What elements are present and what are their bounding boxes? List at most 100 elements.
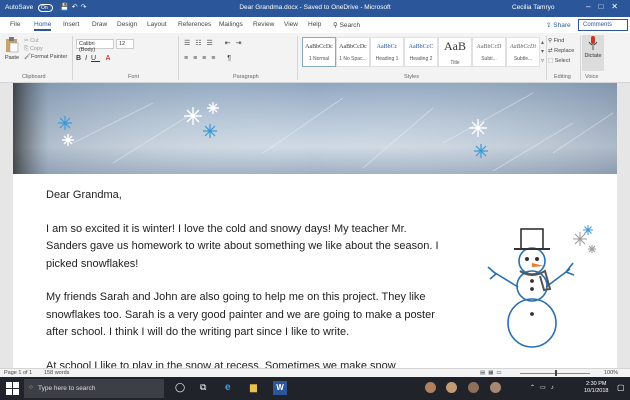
- zoom-slider-thumb[interactable]: [555, 370, 557, 376]
- search-box[interactable]: ⚲ Search: [333, 21, 360, 29]
- taskbar-clock[interactable]: 2:30 PM 10/1/2018: [584, 381, 608, 395]
- style-name: Title: [450, 60, 460, 66]
- tab-help[interactable]: Help: [308, 21, 321, 28]
- select-button[interactable]: ⬚ Select: [548, 56, 574, 66]
- tab-mailings[interactable]: Mailings: [219, 21, 243, 28]
- style-name: Heading 2: [409, 56, 433, 62]
- style-name: Subti...: [481, 56, 497, 62]
- share-button[interactable]: ⇪ Share: [546, 21, 571, 29]
- window-controls[interactable]: –□✕: [586, 2, 626, 11]
- group-divider: [580, 36, 581, 80]
- system-tray-icons[interactable]: ⌃▭♪: [530, 384, 559, 391]
- tab-view[interactable]: View: [284, 21, 298, 28]
- zoom-level[interactable]: 100%: [604, 370, 618, 376]
- cortana-icon[interactable]: ◯: [175, 382, 188, 395]
- style-sample: AaBbCc: [376, 44, 398, 50]
- avatar[interactable]: [490, 382, 501, 393]
- dictate-label: Dictate: [584, 53, 602, 59]
- group-divider: [178, 36, 179, 80]
- select-label: Select: [554, 58, 571, 64]
- cut-label: Cut: [30, 38, 39, 44]
- style-sample: AaBbCcDi: [510, 44, 536, 50]
- letter-body[interactable]: Dear Grandma, I am so excited it is wint…: [46, 187, 446, 391]
- format-painter-label: Format Painter: [30, 54, 68, 60]
- paste-icon: [6, 37, 19, 53]
- search-icon: ⚲: [333, 22, 340, 29]
- tab-review[interactable]: Review: [253, 21, 274, 28]
- font-format-buttons[interactable]: BIU A: [76, 55, 114, 62]
- tab-layout[interactable]: Layout: [147, 21, 167, 28]
- edge-icon[interactable]: e: [225, 382, 238, 395]
- find-label: Find: [553, 38, 565, 44]
- tab-home[interactable]: Home: [34, 21, 52, 31]
- style-normal[interactable]: AaBbCcDc 1 Normal: [302, 37, 336, 67]
- style-no-spacing[interactable]: AaBbCcDc 1 No Spac...: [336, 37, 370, 67]
- file-explorer-icon[interactable]: ▆: [250, 382, 263, 395]
- tab-file[interactable]: File: [10, 21, 20, 28]
- letter-greeting: Dear Grandma,: [46, 189, 122, 201]
- word-app-icon[interactable]: W: [273, 381, 287, 395]
- status-bar: Page 1 of 1 158 words ▤▦▭ 100%: [0, 368, 630, 377]
- document-canvas[interactable]: Dear Grandma, I am so excited it is wint…: [0, 83, 630, 372]
- comments-button[interactable]: Comments: [578, 19, 628, 31]
- styles-scroll-arrows[interactable]: ▴ ▾ ▿: [541, 39, 544, 66]
- user-name[interactable]: Cecilia Tamryo: [512, 4, 555, 11]
- snowman-illustration: [487, 225, 596, 348]
- replace-button[interactable]: ⇄ Replace: [548, 46, 574, 56]
- winter-header-image: [13, 83, 617, 174]
- task-view-icon[interactable]: ⧉: [200, 382, 213, 395]
- ribbon-tabs: File Home Insert Draw Design Layout Refe…: [0, 17, 630, 33]
- copy-button[interactable]: ⎘ Copy: [24, 45, 67, 53]
- clipboard-group-label: Clipboard: [22, 74, 46, 80]
- tab-references[interactable]: References: [178, 21, 211, 28]
- group-divider: [297, 36, 298, 80]
- paste-button[interactable]: Paste: [4, 37, 20, 69]
- paragraph-buttons[interactable]: ☰☷☰ ⇤⇥: [184, 39, 247, 47]
- view-buttons[interactable]: ▤▦▭: [480, 370, 505, 376]
- windows-taskbar: ○ Type here to search ◯ ⧉ e ▆ W ⌃▭♪ 2:30 …: [0, 377, 630, 400]
- style-name: Subtle...: [513, 56, 533, 62]
- group-divider: [72, 36, 73, 80]
- style-heading-1[interactable]: AaBbCc Heading 1: [370, 37, 404, 67]
- format-painter-button[interactable]: 🖌Format Painter: [24, 53, 67, 61]
- editing-group-label: Editing: [554, 74, 571, 80]
- style-sample: AaB: [444, 39, 466, 53]
- paragraph-group-label: Paragraph: [233, 74, 259, 80]
- style-heading-2[interactable]: AaBbCcC Heading 2: [404, 37, 438, 67]
- style-title[interactable]: AaB Title: [438, 37, 472, 67]
- copy-label: Copy: [29, 46, 43, 52]
- windows-start-icon[interactable]: [6, 382, 19, 395]
- avatar[interactable]: [425, 382, 436, 393]
- find-button[interactable]: ⚲ Find: [548, 36, 574, 46]
- font-group-label: Font: [128, 74, 140, 80]
- styles-group-label: Styles: [404, 74, 419, 80]
- notifications-icon[interactable]: ▢: [617, 383, 625, 392]
- avatar[interactable]: [446, 382, 457, 393]
- microphone-icon: [588, 36, 598, 50]
- tab-design[interactable]: Design: [117, 21, 137, 28]
- brush-icon: 🖌: [24, 54, 31, 60]
- clock-date: 10/1/2018: [584, 388, 609, 394]
- avatar[interactable]: [468, 382, 479, 393]
- voice-group-label: Voice: [585, 74, 599, 80]
- style-name: Heading 1: [375, 56, 399, 62]
- document-page[interactable]: Dear Grandma, I am so excited it is wint…: [13, 83, 617, 372]
- word-count[interactable]: 158 words: [44, 370, 69, 376]
- tab-draw[interactable]: Draw: [92, 21, 107, 28]
- cut-button[interactable]: ✂ Cut: [24, 37, 67, 45]
- style-subtle-emphasis[interactable]: AaBbCcDi Subtle...: [506, 37, 540, 67]
- font-name-dropdown[interactable]: Calibri (Body): [76, 39, 114, 53]
- tab-insert[interactable]: Insert: [63, 21, 79, 28]
- page-count[interactable]: Page 1 of 1: [4, 370, 32, 376]
- group-divider: [546, 36, 547, 80]
- dictate-button[interactable]: Dictate: [582, 35, 604, 71]
- style-subtitle[interactable]: AaBbCcD Subti...: [472, 37, 506, 67]
- paste-label: Paste: [4, 55, 20, 61]
- search-icon: ○: [29, 384, 33, 391]
- font-size-dropdown[interactable]: 12: [116, 39, 134, 49]
- taskbar-search-input[interactable]: ○ Type here to search: [24, 379, 164, 398]
- alignment-buttons[interactable]: ≡≡≡≡ ¶: [184, 55, 236, 62]
- font-name-value: Calibri (Body): [79, 41, 96, 53]
- title-bar: AutoSave On 💾↶↷ Dear Grandma.docx - Save…: [0, 0, 630, 17]
- search-label: Search: [339, 22, 361, 29]
